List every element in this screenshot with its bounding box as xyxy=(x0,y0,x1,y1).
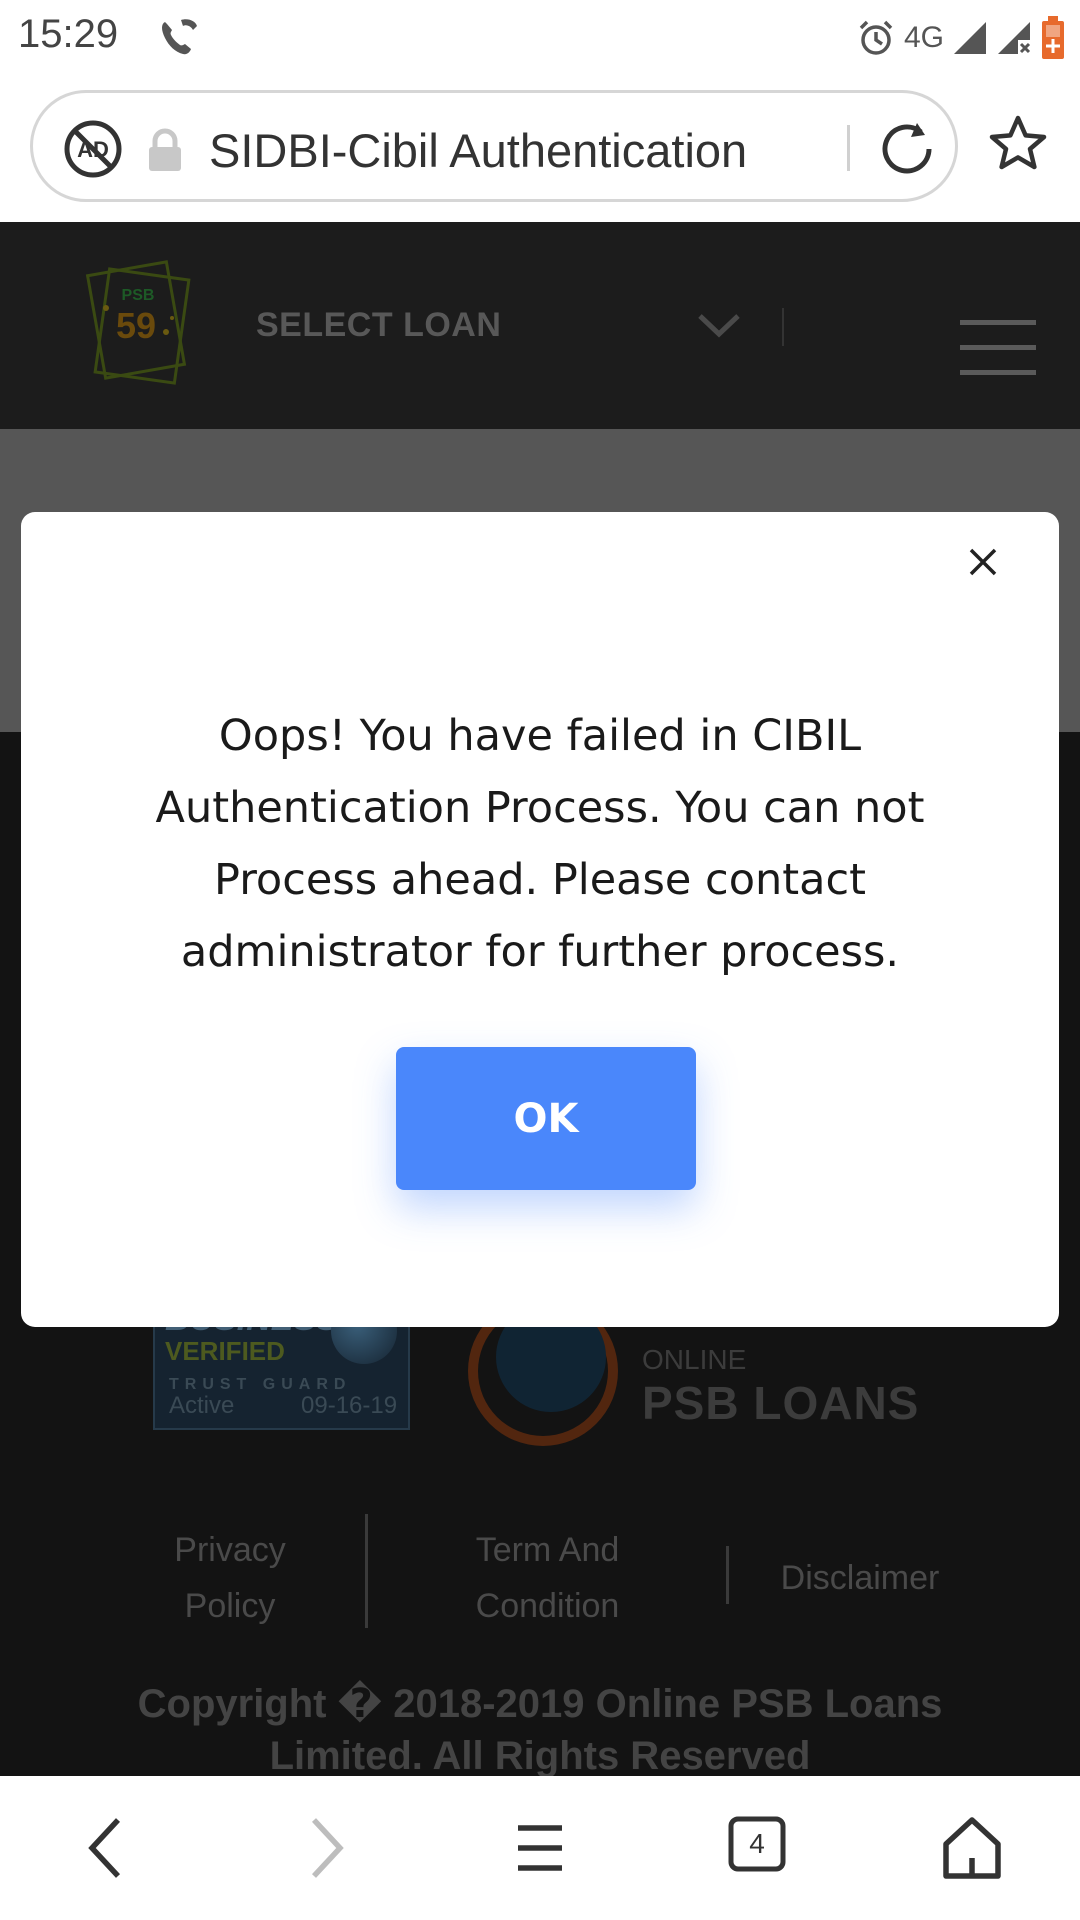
site-header: PSB 59 SELECT LOAN xyxy=(0,222,1080,429)
disclaimer-link[interactable]: Disclaimer xyxy=(760,1550,960,1606)
close-icon[interactable] xyxy=(963,542,1003,582)
signal-no-sim-icon xyxy=(998,22,1031,54)
status-icons: 4G xyxy=(856,12,1066,64)
badge-date: 09-16-19 xyxy=(301,1392,398,1419)
ok-button[interactable]: OK xyxy=(396,1047,696,1190)
privacy-line1: Privacy xyxy=(174,1531,286,1569)
badge-line2: VERIFIED xyxy=(165,1336,285,1366)
browser-toolbar: AD SIDBI-Cibil Authentication xyxy=(0,76,1080,222)
privacy-line2: Policy xyxy=(184,1587,276,1625)
tabs-button[interactable]: 4 xyxy=(728,1816,786,1872)
forward-icon[interactable] xyxy=(282,1806,366,1890)
home-icon[interactable] xyxy=(930,1806,1014,1890)
badge-status: Active xyxy=(169,1392,235,1419)
chevron-down-icon[interactable] xyxy=(696,310,742,340)
tabs-count: 4 xyxy=(749,1828,765,1859)
terms-line1: Term And xyxy=(475,1531,620,1569)
battery-icon xyxy=(1042,16,1064,59)
back-icon[interactable] xyxy=(66,1806,150,1890)
hamburger-menu-icon[interactable] xyxy=(960,320,1036,380)
header-divider xyxy=(782,308,784,346)
network-type: 4G xyxy=(903,21,944,54)
select-loan-dropdown[interactable]: SELECT LOAN xyxy=(256,306,501,345)
lock-icon xyxy=(149,128,181,171)
wifi-call-icon xyxy=(162,19,197,55)
star-icon[interactable] xyxy=(986,112,1050,176)
address-divider xyxy=(847,125,850,171)
address-bar[interactable]: AD SIDBI-Cibil Authentication xyxy=(30,90,958,202)
footer-separator xyxy=(365,1514,368,1628)
browser-bottom-nav: 4 xyxy=(0,1776,1080,1920)
svg-text:PSB: PSB xyxy=(122,287,155,304)
terms-line2: Condition xyxy=(475,1587,620,1625)
error-dialog: Oops! You have failed in CIBIL Authentic… xyxy=(21,512,1059,1327)
footer-separator xyxy=(726,1546,729,1604)
signal-icon xyxy=(954,22,986,54)
dialog-message: Oops! You have failed in CIBIL Authentic… xyxy=(155,711,925,977)
page-title: SIDBI-Cibil Authentication xyxy=(209,124,748,177)
copyright-text: Copyright � 2018-2019 Online PSB Loans L… xyxy=(137,1682,943,1776)
privacy-policy-link[interactable]: Privacy Policy xyxy=(140,1522,320,1634)
menu-icon[interactable] xyxy=(498,1806,582,1890)
alarm-icon xyxy=(859,20,893,55)
footer-links: Privacy Policy Term And Condition Discla… xyxy=(0,1514,1080,1652)
psb-online-text: ONLINE xyxy=(642,1344,747,1375)
status-time: 15:29 xyxy=(18,12,119,56)
psb-loans-text: PSB LOANS xyxy=(642,1377,920,1429)
adblock-icon[interactable]: AD xyxy=(63,119,123,179)
site-logo[interactable]: PSB 59 xyxy=(82,258,194,388)
terms-link[interactable]: Term And Condition xyxy=(440,1522,655,1634)
reload-icon[interactable] xyxy=(873,115,941,183)
svg-text:59: 59 xyxy=(116,305,156,346)
status-bar: 15:29 4G xyxy=(0,0,1080,76)
